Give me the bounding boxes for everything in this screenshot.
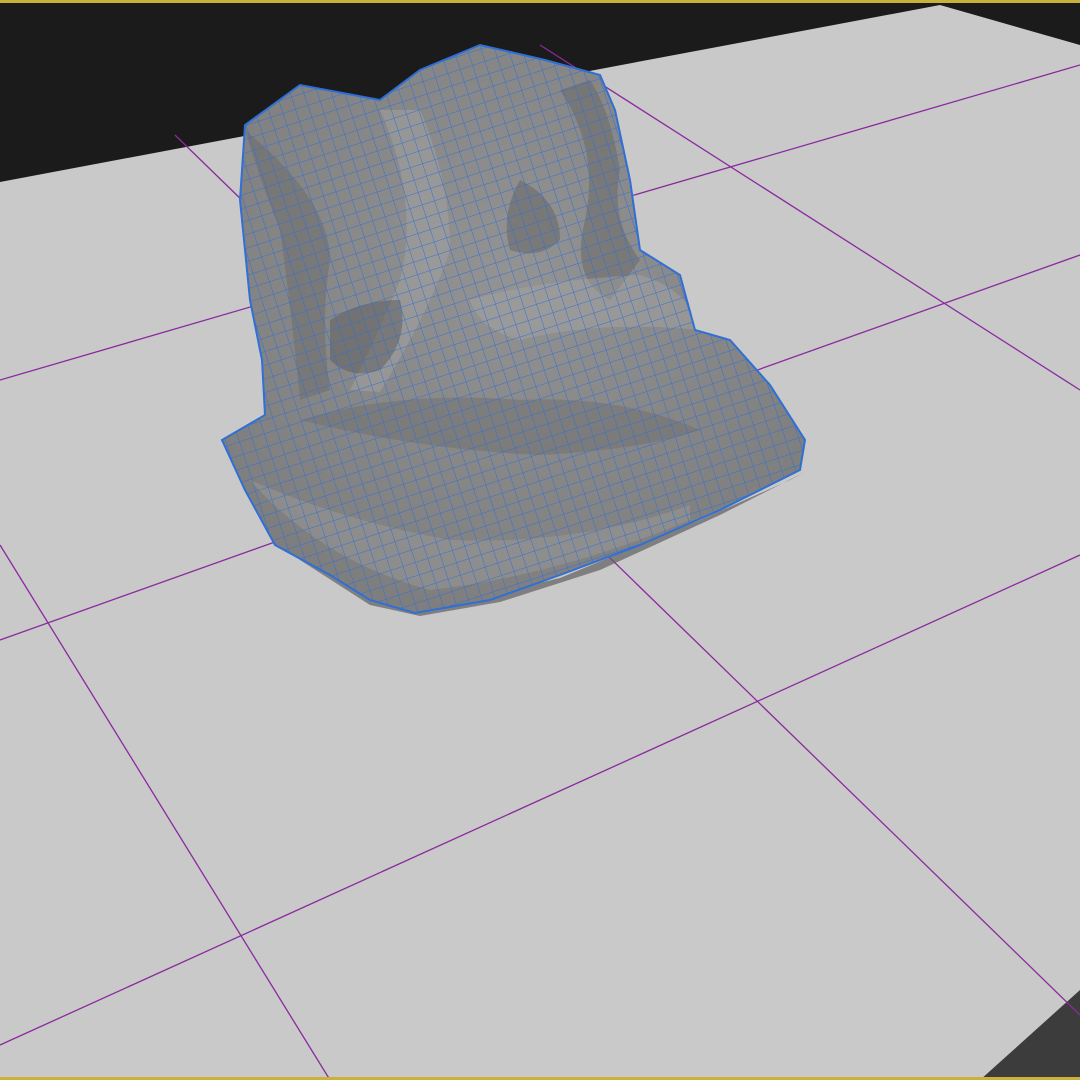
viewport-canvas[interactable] bbox=[0, 0, 1080, 1080]
viewport-panel[interactable] bbox=[0, 0, 1080, 1080]
